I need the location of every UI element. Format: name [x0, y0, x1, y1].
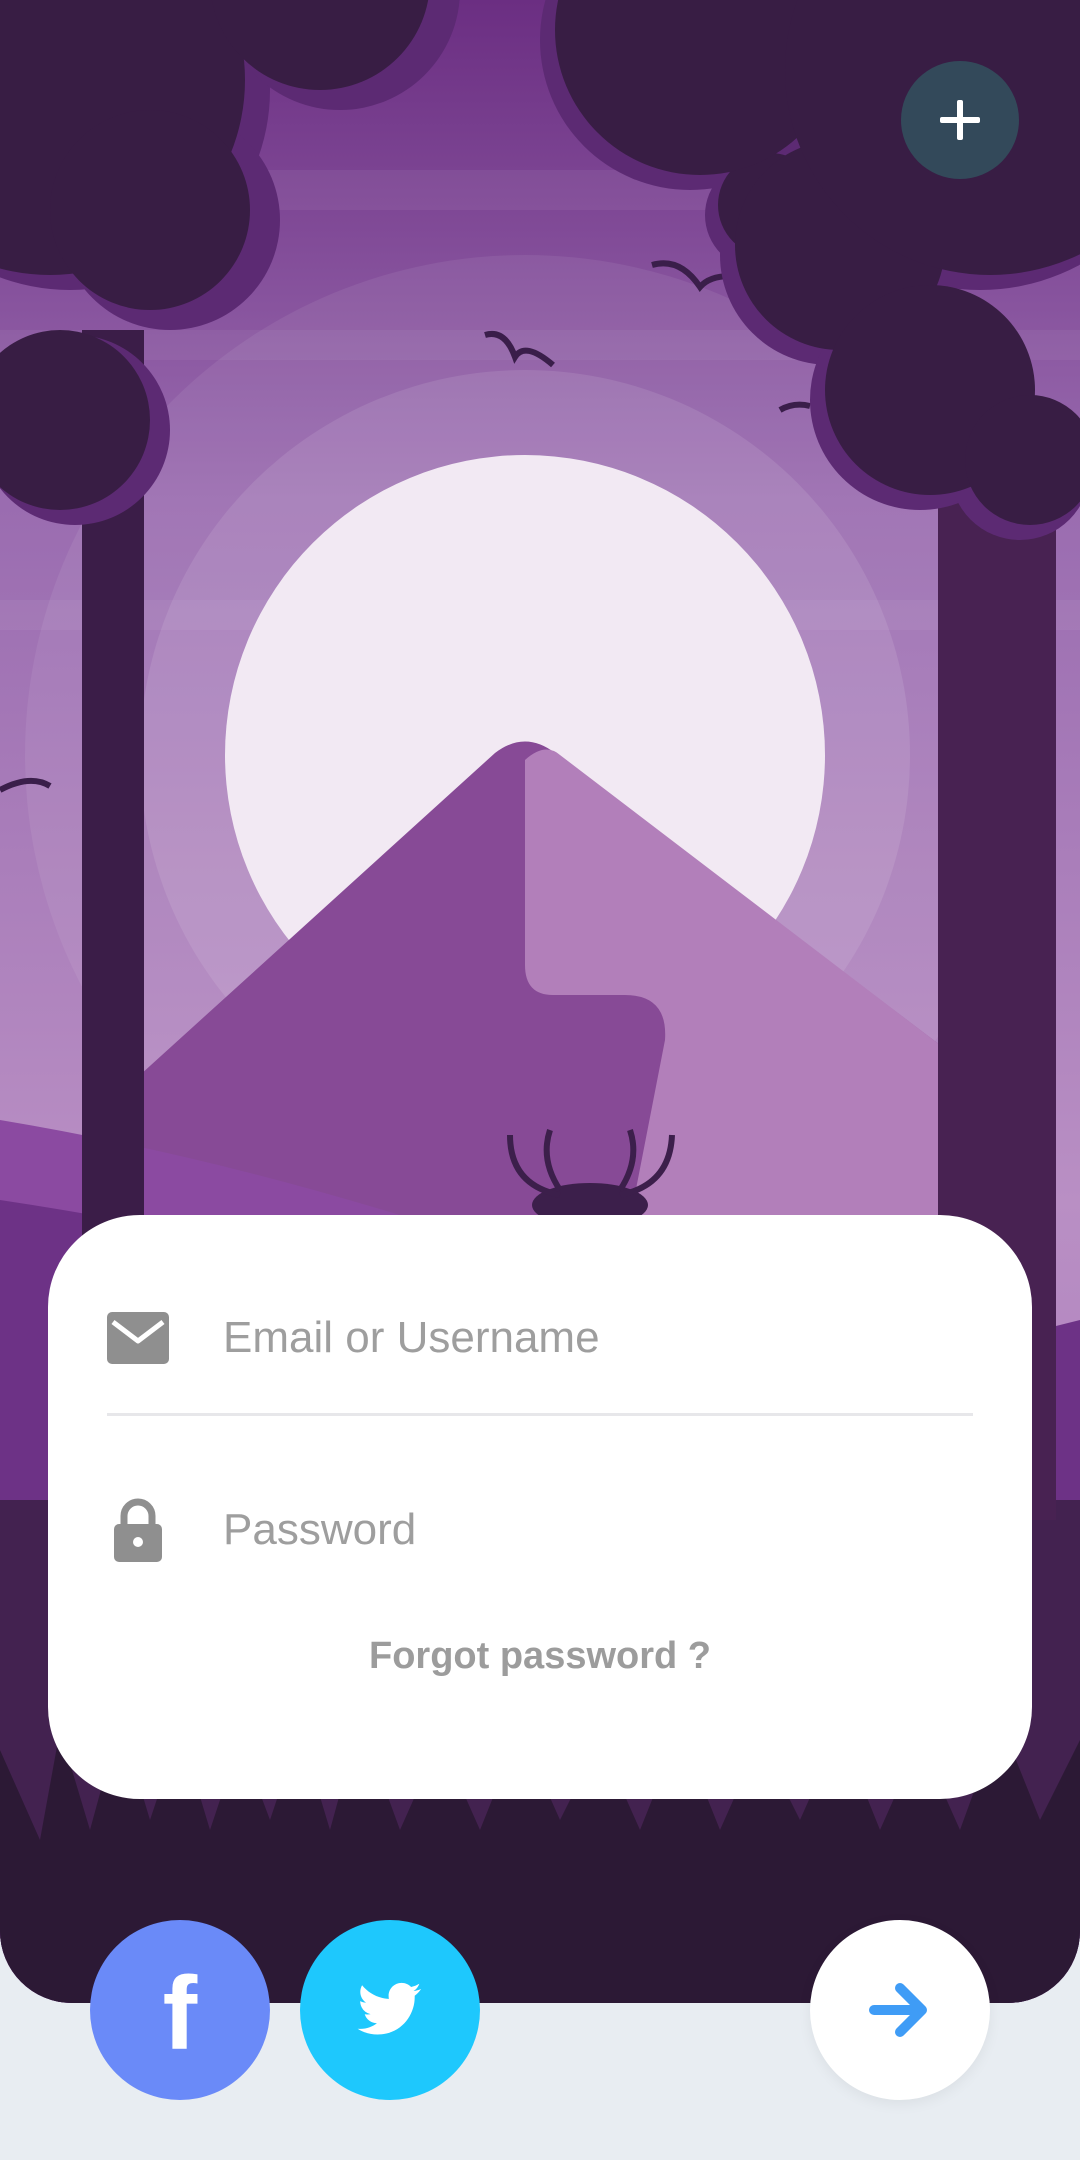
twitter-login-button[interactable] — [300, 1920, 480, 2100]
plus-icon — [940, 100, 980, 140]
email-input[interactable] — [221, 1297, 973, 1379]
add-button[interactable] — [901, 61, 1019, 179]
next-button[interactable] — [810, 1920, 990, 2100]
password-input[interactable] — [221, 1489, 973, 1571]
facebook-login-button[interactable]: f — [90, 1920, 270, 2100]
login-card: Forgot password ? — [48, 1215, 1032, 1799]
lock-icon — [107, 1498, 169, 1562]
forgot-password-link[interactable]: Forgot password ? — [48, 1635, 1032, 1678]
password-field — [107, 1455, 973, 1605]
email-field — [107, 1263, 973, 1416]
facebook-icon: f — [162, 1956, 198, 2072]
envelope-icon — [107, 1307, 169, 1369]
twitter-icon — [357, 1982, 422, 2035]
arrow-right-icon — [869, 1983, 927, 2037]
